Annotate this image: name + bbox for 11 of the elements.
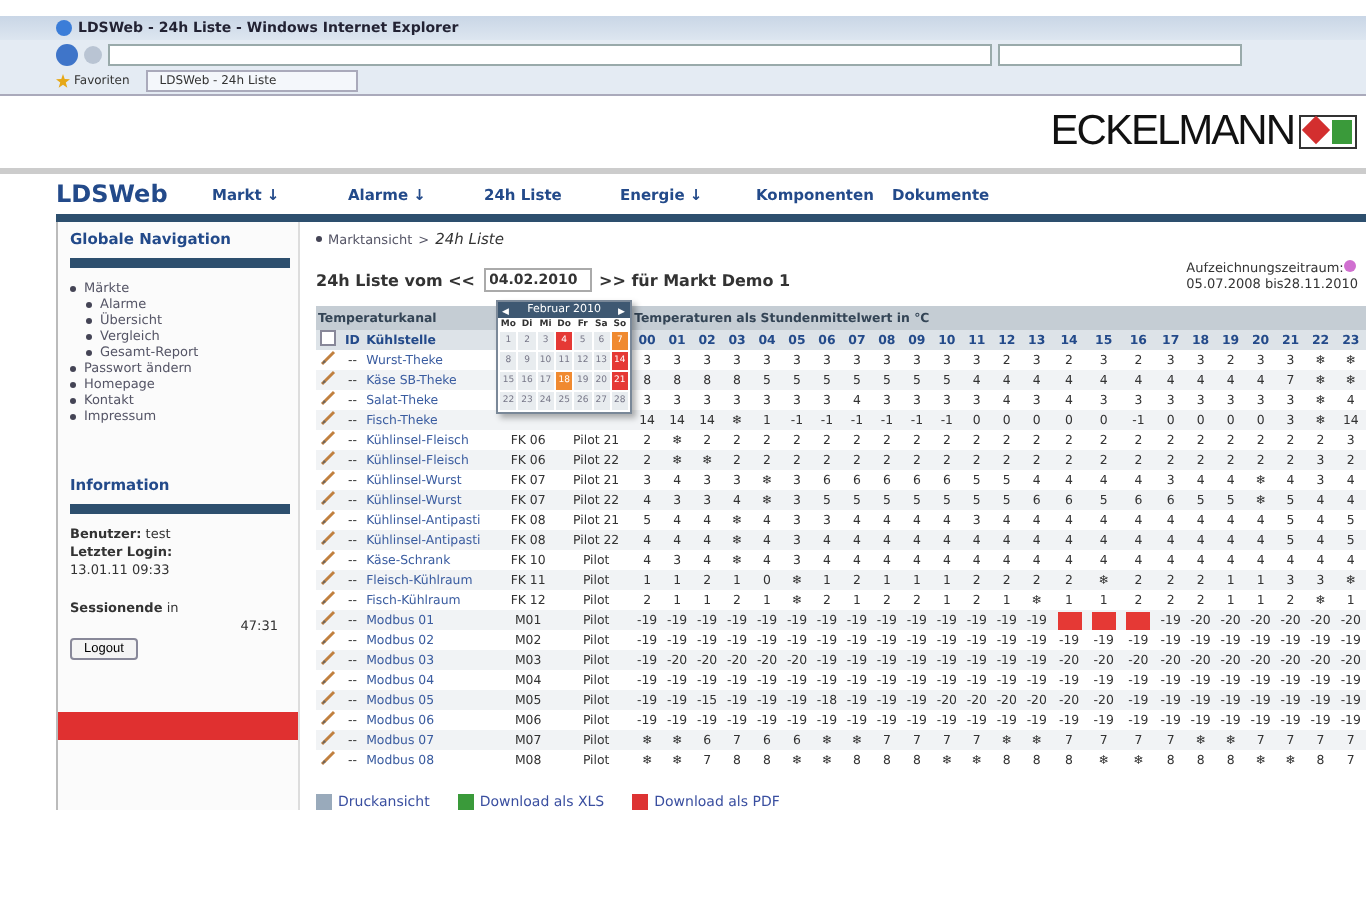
company-logo: ECKELMANN bbox=[1050, 108, 1294, 156]
app-name: LDSWeb bbox=[56, 180, 170, 208]
page-title-market: >> für Markt Demo 1 bbox=[599, 271, 791, 289]
logo-icon bbox=[1298, 114, 1358, 150]
select-all-checkbox[interactable] bbox=[320, 330, 337, 346]
back-button[interactable] bbox=[56, 43, 78, 65]
address-field[interactable] bbox=[108, 43, 992, 65]
page-title: 24h Liste vom << bbox=[316, 271, 475, 289]
star-icon bbox=[56, 74, 70, 88]
search-field[interactable] bbox=[998, 43, 1242, 65]
browser-icon bbox=[56, 20, 72, 36]
